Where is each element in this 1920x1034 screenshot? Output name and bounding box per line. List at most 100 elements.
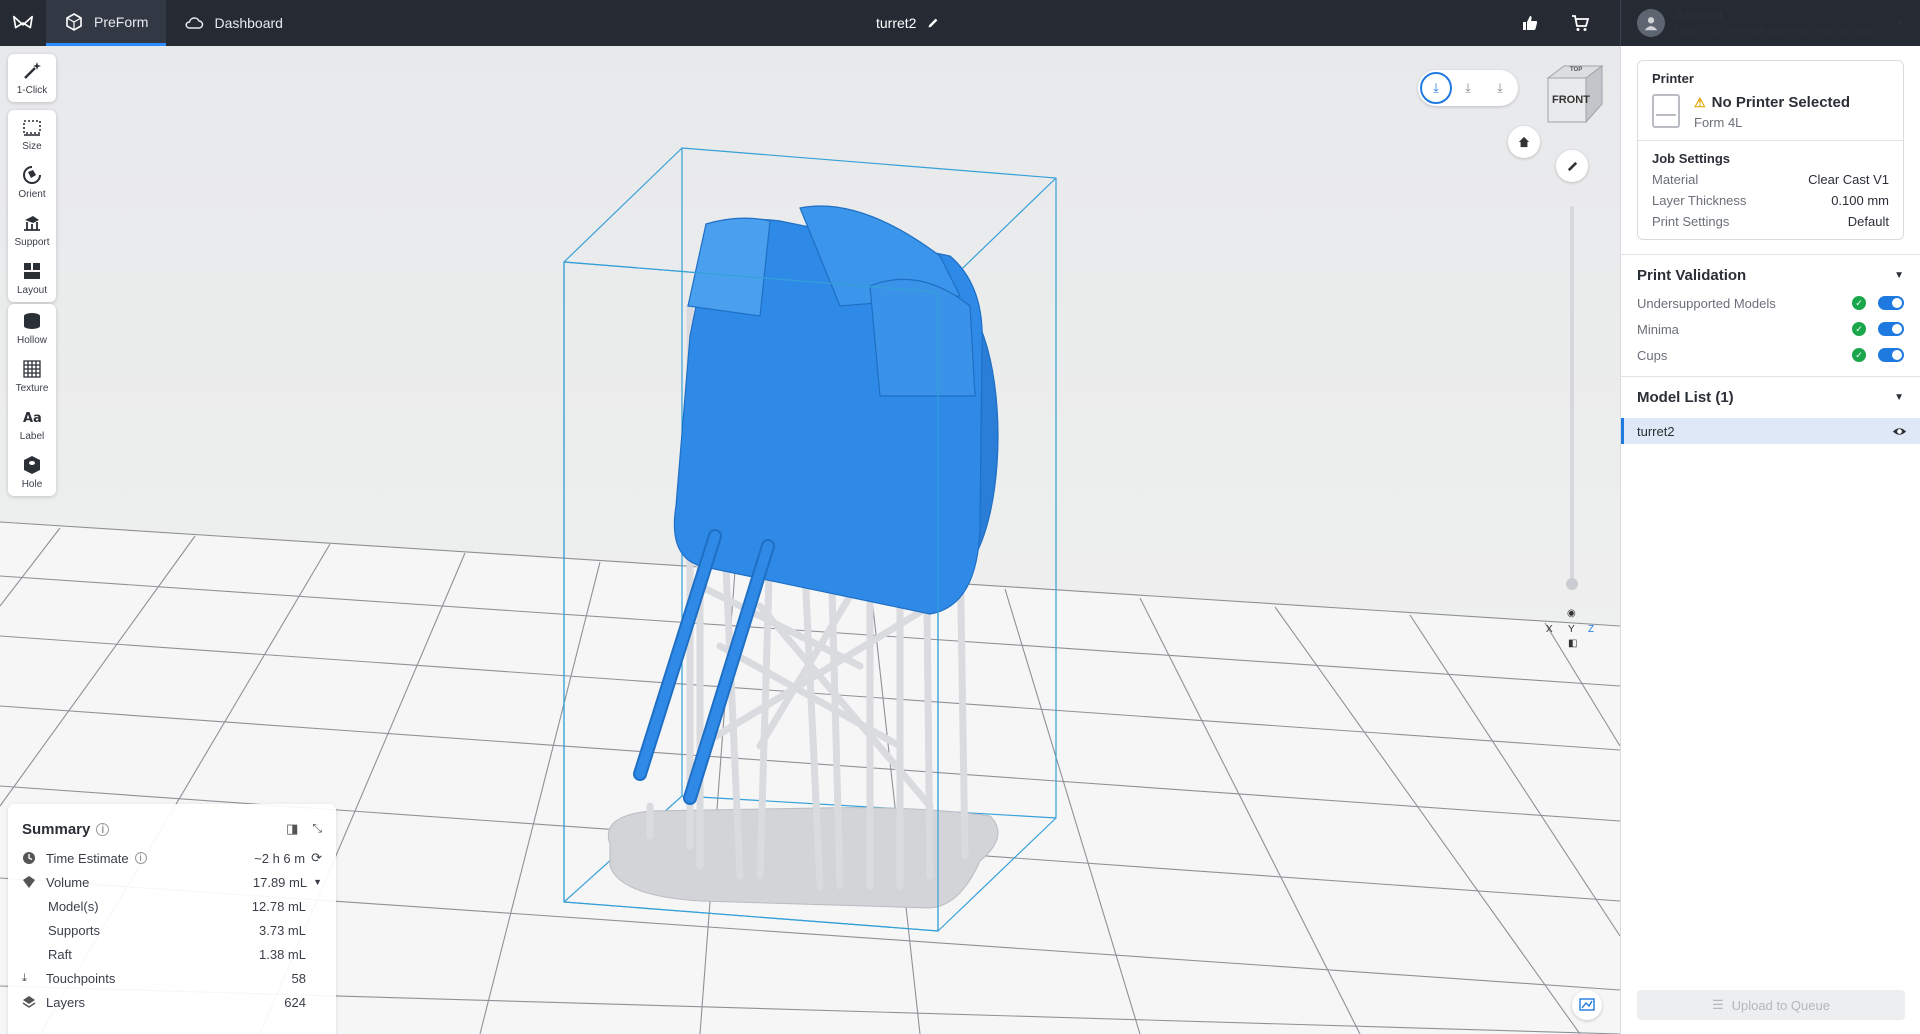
home-icon — [1518, 136, 1530, 148]
chevron-right-icon: ▸ — [1897, 15, 1904, 29]
tool-support[interactable]: Support — [8, 206, 56, 254]
chart-icon — [1579, 998, 1595, 1011]
perspective-icon[interactable]: ◧ — [1568, 638, 1577, 649]
pencil-icon[interactable] — [926, 16, 940, 30]
summary-row-models: Model(s) 12.78 mL — [22, 894, 322, 918]
layout-icon — [24, 263, 40, 279]
avatar — [1637, 9, 1665, 37]
document-title-text: turret2 — [876, 15, 917, 31]
summary-row-value: 12.78 mL — [251, 898, 306, 914]
hollow-icon — [24, 313, 40, 329]
validation-toggle[interactable] — [1878, 296, 1904, 310]
thumbs-up-icon[interactable] — [1520, 13, 1540, 33]
view-cube-front-label: FRONT — [1552, 94, 1590, 106]
tool-texture[interactable]: Texture — [8, 352, 56, 400]
axis-widget: ◉ X Y Z ◧ — [1546, 608, 1598, 660]
summary-row-value: 1.38 mL — [259, 946, 306, 962]
queue-icon: ☰ — [1712, 997, 1724, 1012]
toolbar-group-modify: Hollow Texture Aa Label Hole — [8, 304, 56, 496]
printer-card[interactable]: Printer ⚠ No Printer Selected Form 4L Jo… — [1637, 60, 1904, 240]
tool-1-click-label: 1-Click — [16, 85, 48, 96]
eye-icon[interactable]: ◉ — [1567, 608, 1576, 619]
tool-orient[interactable]: Orient — [8, 158, 56, 206]
account-menu[interactable]: Account Log in for remote printers and g… — [1620, 0, 1920, 46]
validation-toggle[interactable] — [1878, 322, 1904, 336]
upload-to-queue-label: Upload to Queue — [1731, 997, 1830, 1013]
analysis-button[interactable] — [1572, 990, 1602, 1020]
model-list-header[interactable]: Model List (1) ▼ — [1621, 377, 1920, 412]
validation-row-cups: Cups ✓ — [1621, 342, 1920, 368]
axis-y-label[interactable]: Y — [1568, 624, 1575, 635]
measure-button[interactable] — [1556, 150, 1588, 182]
hole-icon — [24, 456, 40, 474]
summary-row-label: Model(s) — [48, 898, 99, 914]
printer-model: Form 4L — [1694, 115, 1743, 130]
info-icon[interactable]: i — [134, 852, 147, 864]
view-mode-1[interactable]: ⤓ — [1420, 72, 1452, 104]
view-cube[interactable]: FRONT TOP — [1536, 60, 1608, 132]
upload-to-queue-button[interactable]: ☰ Upload to Queue — [1637, 990, 1905, 1020]
axis-x-label[interactable]: X — [1546, 624, 1553, 635]
summary-row-label: Raft — [48, 946, 72, 962]
model-list-item[interactable]: turret2 — [1621, 418, 1920, 444]
print-validation-header[interactable]: Print Validation ▼ — [1621, 255, 1920, 290]
summary-row-value: 17.89 mL — [252, 874, 308, 890]
view-mode-2[interactable]: ⤓ — [1452, 72, 1484, 104]
job-setting-print-settings: Print Settings Default — [1652, 214, 1889, 229]
check-icon: ✓ — [1852, 348, 1866, 362]
panel-toggle-icon[interactable]: ◨ — [286, 821, 298, 837]
summary-row-touchpoints: ⤓ Touchpoints 58 — [22, 966, 322, 990]
summary-row-volume[interactable]: Volume 17.89 mL ▼ — [22, 870, 322, 894]
tool-size[interactable]: Size — [8, 110, 56, 158]
axis-z-label[interactable]: Z — [1588, 624, 1594, 635]
view-cube-top-label: TOP — [1570, 67, 1583, 73]
summary-row-label: Supports — [48, 922, 101, 938]
summary-title: Summary — [22, 820, 91, 838]
document-title[interactable]: turret2 — [876, 0, 940, 46]
clock-icon — [22, 851, 46, 865]
home-view-button[interactable] — [1508, 126, 1540, 158]
tool-label[interactable]: Aa Label — [8, 400, 56, 448]
label-icon: Aa — [23, 411, 42, 426]
layer-slider-handle[interactable] — [1566, 578, 1578, 590]
validation-toggle[interactable] — [1878, 348, 1904, 362]
cart-icon[interactable] — [1570, 13, 1590, 33]
account-subtitle: Log in for remote printers and groups — [1675, 23, 1873, 37]
summary-row-value: ~2 h 6 m — [254, 850, 306, 866]
model-name: turret2 — [1637, 423, 1675, 439]
tool-support-label: Support — [14, 237, 50, 248]
job-setting-layer-thickness: Layer Thickness 0.100 mm — [1652, 193, 1889, 208]
tool-hole[interactable]: Hole — [8, 448, 56, 496]
tool-label-label: Label — [19, 431, 45, 442]
job-settings-label: Job Settings — [1652, 151, 1731, 166]
info-icon[interactable]: i — [96, 822, 110, 836]
3d-viewport[interactable]: 1-Click Size Orient Support Layout Hollo… — [0, 46, 1620, 1034]
tab-dashboard[interactable]: Dashboard — [166, 0, 301, 46]
magic-wand-icon — [24, 62, 41, 79]
formlabs-logo-icon[interactable] — [0, 0, 46, 46]
tab-dashboard-label: Dashboard — [214, 15, 283, 31]
caret-down-icon[interactable]: ▼ — [313, 877, 322, 887]
tab-preform-label: PreForm — [94, 13, 149, 30]
account-title: Account — [1675, 8, 1723, 22]
printer-icon — [1652, 94, 1680, 128]
summary-row-layers: Layers 624 — [22, 990, 322, 1014]
tool-hollow[interactable]: Hollow — [8, 304, 56, 352]
tool-1-click[interactable]: 1-Click — [8, 54, 56, 102]
collapse-icon[interactable]: ⤡ — [312, 821, 322, 837]
view-mode-3[interactable]: ⤓ — [1484, 72, 1516, 104]
layer-slider-track[interactable] — [1570, 206, 1574, 586]
tool-hole-label: Hole — [21, 479, 43, 490]
tab-preform[interactable]: PreForm — [46, 0, 167, 46]
volume-icon — [22, 875, 46, 889]
tool-layout[interactable]: Layout — [8, 254, 56, 302]
summary-row-value: 624 — [284, 994, 306, 1010]
eye-icon[interactable] — [1892, 424, 1907, 439]
texture-icon — [23, 360, 41, 378]
validation-row-undersupported: Undersupported Models ✓ — [1621, 290, 1920, 316]
check-icon: ✓ — [1852, 296, 1866, 310]
refresh-icon[interactable]: ⟳ — [311, 850, 322, 866]
job-setting-material: Material Clear Cast V1 — [1652, 172, 1889, 187]
job-setting-value: Clear Cast V1 — [1808, 172, 1889, 187]
tool-layout-label: Layout — [16, 285, 48, 296]
